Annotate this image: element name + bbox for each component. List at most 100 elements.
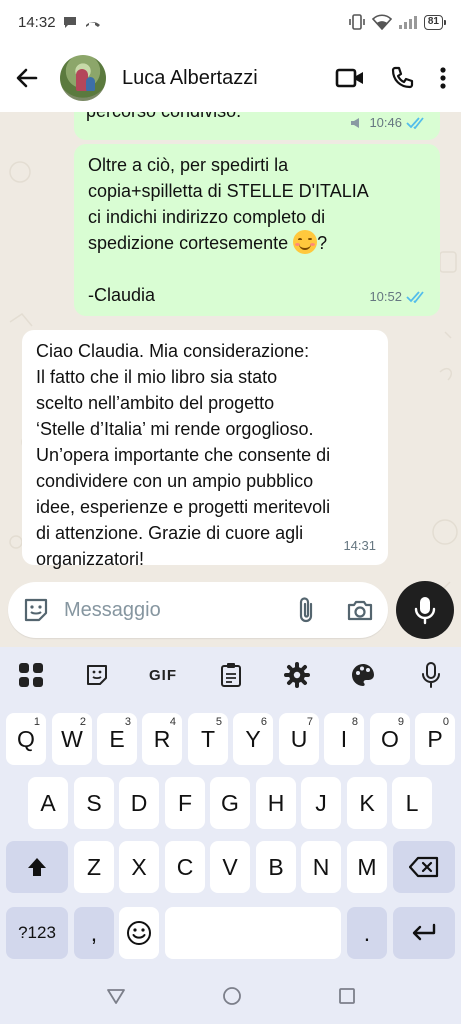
key-hint: 9 bbox=[397, 716, 404, 728]
key-b[interactable]: B bbox=[256, 841, 296, 893]
key-d[interactable]: D bbox=[119, 777, 159, 829]
key-y[interactable]: Y6 bbox=[233, 713, 273, 765]
microphone-icon bbox=[414, 597, 436, 625]
key-hint: 6 bbox=[260, 716, 267, 728]
key-m[interactable]: M bbox=[347, 841, 387, 893]
chat-header: Luca Albertazzi bbox=[0, 44, 461, 112]
message-line: ci indichi indirizzo completo di bbox=[88, 207, 326, 227]
home-circle-icon[interactable] bbox=[222, 986, 242, 1006]
key-p[interactable]: P0 bbox=[415, 713, 455, 765]
message-line: spedizione cortesemente bbox=[88, 233, 289, 253]
clipboard-icon[interactable] bbox=[216, 661, 246, 689]
key-o[interactable]: O9 bbox=[370, 713, 410, 765]
key-q[interactable]: Q1 bbox=[6, 713, 46, 765]
chat-notification-icon bbox=[63, 17, 76, 28]
message-meta: 14:31 bbox=[343, 533, 376, 559]
message-meta: 10:46 bbox=[349, 112, 428, 136]
message-line: Il fatto che il mio libro sia stato bbox=[36, 367, 278, 387]
key-w[interactable]: W2 bbox=[52, 713, 92, 765]
symbols-key[interactable]: ?123 bbox=[6, 907, 68, 959]
key-e[interactable]: E3 bbox=[97, 713, 137, 765]
key-n[interactable]: N bbox=[301, 841, 341, 893]
battery-indicator: 81 bbox=[423, 14, 447, 30]
message-meta: 10:52 bbox=[369, 284, 428, 310]
space-key[interactable] bbox=[165, 907, 341, 959]
message-line: di attenzione. Grazie di cuore agli bbox=[36, 523, 304, 543]
back-triangle-icon[interactable] bbox=[106, 987, 126, 1005]
period-key[interactable]: . bbox=[347, 907, 387, 959]
key-c[interactable]: C bbox=[165, 841, 205, 893]
emoji-key[interactable] bbox=[119, 907, 159, 959]
settings-gear-icon[interactable] bbox=[282, 661, 312, 689]
chat-area[interactable]: percorso condiviso. 10:46 Oltre a ciò, p… bbox=[0, 112, 461, 647]
key-hint: 1 bbox=[33, 716, 40, 728]
voice-message-button[interactable] bbox=[396, 581, 454, 639]
message-line: Un’opera importante che consente di bbox=[36, 445, 331, 465]
status-bar: 14:32 81 bbox=[0, 0, 461, 44]
key-hint: 7 bbox=[306, 716, 313, 728]
key-v[interactable]: V bbox=[210, 841, 250, 893]
system-navigation-bar bbox=[0, 968, 461, 1024]
backspace-key[interactable] bbox=[393, 841, 455, 893]
key-k[interactable]: K bbox=[347, 777, 387, 829]
shift-arrow-icon bbox=[28, 858, 46, 876]
smiling-emoji-icon bbox=[293, 230, 318, 254]
voice-call-icon[interactable] bbox=[389, 65, 415, 91]
message-line: ? bbox=[317, 233, 328, 253]
missed-call-icon bbox=[85, 22, 100, 27]
key-h[interactable]: H bbox=[256, 777, 296, 829]
contact-name[interactable]: Luca Albertazzi bbox=[122, 67, 258, 90]
video-call-icon[interactable] bbox=[335, 67, 365, 89]
key-label: W bbox=[61, 725, 83, 752]
key-r[interactable]: R4 bbox=[142, 713, 182, 765]
key-a[interactable]: A bbox=[28, 777, 68, 829]
key-hint: 3 bbox=[124, 716, 131, 728]
message-line: idee, esperienze e progetti meritevoli bbox=[36, 497, 331, 517]
message-text: percorso condiviso. bbox=[86, 112, 241, 124]
key-g[interactable]: G bbox=[210, 777, 250, 829]
key-x[interactable]: X bbox=[119, 841, 159, 893]
message-line: scelto nell’ambito del progetto bbox=[36, 393, 275, 413]
key-label: O bbox=[381, 725, 399, 752]
read-double-check-icon bbox=[406, 291, 424, 303]
message-time: 10:46 bbox=[369, 115, 402, 130]
camera-icon[interactable] bbox=[346, 598, 374, 622]
key-label: E bbox=[109, 725, 125, 752]
comma-key[interactable]: , bbox=[74, 907, 114, 959]
message-line: condividere con un ampio pubblico bbox=[36, 471, 314, 491]
key-f[interactable]: F bbox=[165, 777, 205, 829]
vibrate-icon bbox=[349, 14, 365, 30]
key-label: Q bbox=[17, 725, 35, 752]
apps-grid-icon[interactable] bbox=[16, 661, 46, 689]
key-t[interactable]: T5 bbox=[188, 713, 228, 765]
recents-square-icon[interactable] bbox=[338, 987, 356, 1005]
message-input[interactable]: Messaggio bbox=[64, 599, 296, 622]
key-label: P bbox=[427, 725, 443, 752]
back-arrow-icon[interactable] bbox=[14, 65, 40, 91]
message-bubble-outgoing[interactable]: percorso condiviso. 10:46 bbox=[74, 112, 440, 140]
key-z[interactable]: Z bbox=[74, 841, 114, 893]
key-l[interactable]: L bbox=[392, 777, 432, 829]
sticker-emoji-icon[interactable] bbox=[22, 596, 50, 624]
message-bubble-outgoing[interactable]: Oltre a ciò, per spedirti la copia+spill… bbox=[74, 144, 440, 316]
keyboard-mic-icon[interactable] bbox=[416, 661, 446, 689]
key-s[interactable]: S bbox=[74, 777, 114, 829]
key-u[interactable]: U7 bbox=[279, 713, 319, 765]
attach-paperclip-icon[interactable] bbox=[296, 595, 316, 625]
message-line: ‘Stelle d’Italia’ mi rende orgoglioso. bbox=[36, 419, 314, 439]
gif-button[interactable]: GIF bbox=[146, 661, 180, 689]
message-line: Oltre a ciò, per spedirti la bbox=[88, 155, 289, 175]
theme-palette-icon[interactable] bbox=[348, 661, 378, 689]
enter-key[interactable] bbox=[393, 907, 455, 959]
contact-avatar[interactable] bbox=[60, 55, 106, 101]
key-j[interactable]: J bbox=[301, 777, 341, 829]
shift-key[interactable] bbox=[6, 841, 68, 893]
key-i[interactable]: I8 bbox=[324, 713, 364, 765]
sticker-icon[interactable] bbox=[82, 661, 112, 689]
more-options-icon[interactable] bbox=[439, 66, 447, 90]
key-label: U bbox=[290, 725, 308, 752]
key-hint: 0 bbox=[442, 716, 449, 728]
message-bubble-incoming[interactable]: Ciao Claudia. Mia considerazione: Il fat… bbox=[22, 330, 388, 569]
message-composer[interactable]: Messaggio bbox=[8, 582, 388, 638]
key-label: Y bbox=[245, 725, 261, 752]
